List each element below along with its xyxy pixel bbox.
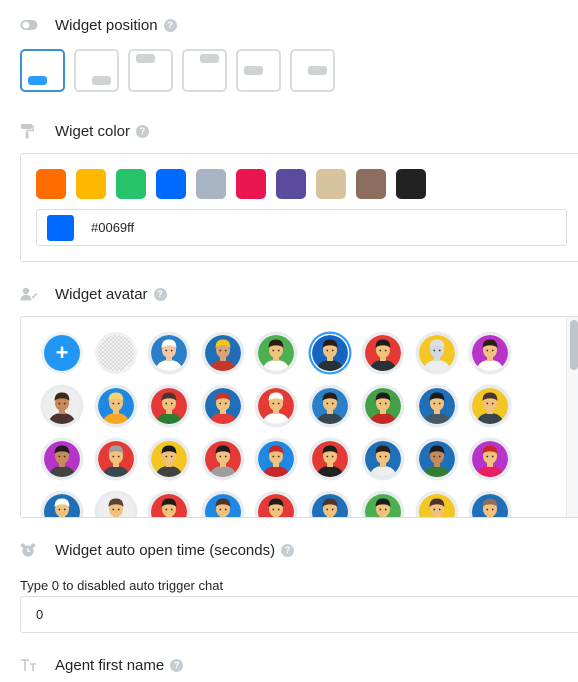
avatar-option[interactable] bbox=[94, 384, 138, 428]
avatar-option[interactable] bbox=[415, 384, 459, 428]
color-swatches bbox=[36, 169, 426, 199]
color-swatch[interactable] bbox=[236, 169, 266, 199]
avatar-option[interactable] bbox=[40, 384, 84, 428]
color-swatch[interactable] bbox=[36, 169, 66, 199]
color-panel: #0069ff bbox=[20, 153, 578, 262]
avatar-option[interactable] bbox=[415, 437, 459, 481]
avatar-option[interactable] bbox=[468, 490, 512, 517]
position-indicator bbox=[136, 54, 155, 63]
avatar-option[interactable] bbox=[468, 437, 512, 481]
widget-position-header: Widget position ? bbox=[20, 14, 177, 36]
position-options bbox=[20, 49, 335, 92]
color-swatch[interactable] bbox=[156, 169, 186, 199]
avatar-option[interactable] bbox=[468, 331, 512, 375]
toggle-icon bbox=[20, 17, 42, 33]
avatar-option-none[interactable] bbox=[94, 331, 138, 375]
widget-avatar-title: Widget avatar bbox=[55, 285, 148, 303]
position-middle-left[interactable] bbox=[236, 49, 281, 92]
position-bottom-right[interactable] bbox=[74, 49, 119, 92]
avatar-option[interactable] bbox=[308, 331, 352, 375]
avatar-scrollbar[interactable] bbox=[566, 317, 578, 517]
color-swatch[interactable] bbox=[76, 169, 106, 199]
position-middle-right[interactable] bbox=[290, 49, 335, 92]
color-swatch[interactable] bbox=[276, 169, 306, 199]
avatar-option[interactable] bbox=[254, 490, 298, 517]
auto-open-title: Widget auto open time (seconds) bbox=[55, 541, 276, 559]
avatar-option[interactable] bbox=[40, 490, 84, 517]
avatar-option[interactable] bbox=[415, 331, 459, 375]
avatar-option[interactable] bbox=[254, 331, 298, 375]
auto-open-header: Widget auto open time (seconds) ? bbox=[20, 539, 295, 561]
position-indicator bbox=[28, 76, 47, 85]
color-swatch[interactable] bbox=[356, 169, 386, 199]
widget-position-title: Widget position bbox=[55, 16, 158, 34]
avatar-option[interactable] bbox=[308, 490, 352, 517]
avatar-option[interactable] bbox=[147, 437, 191, 481]
color-swatch[interactable] bbox=[316, 169, 346, 199]
auto-open-hint: Type 0 to disabled auto trigger chat bbox=[20, 578, 224, 593]
avatar-option[interactable] bbox=[308, 384, 352, 428]
color-swatch[interactable] bbox=[396, 169, 426, 199]
position-indicator bbox=[308, 66, 327, 75]
plus-icon: + bbox=[56, 340, 69, 365]
position-indicator bbox=[200, 54, 219, 63]
hex-color-value[interactable]: #0069ff bbox=[91, 220, 134, 235]
avatar-option[interactable] bbox=[94, 490, 138, 517]
avatar-option[interactable] bbox=[94, 437, 138, 481]
color-preview[interactable] bbox=[47, 214, 74, 241]
help-icon[interactable]: ? bbox=[281, 543, 295, 557]
help-icon[interactable]: ? bbox=[153, 287, 167, 301]
avatar-option[interactable] bbox=[308, 437, 352, 481]
avatar-option[interactable] bbox=[201, 490, 245, 517]
position-bottom-left[interactable] bbox=[20, 49, 65, 92]
avatar-option[interactable] bbox=[147, 384, 191, 428]
avatar-option[interactable] bbox=[415, 490, 459, 517]
avatar-option[interactable] bbox=[201, 331, 245, 375]
avatar-option[interactable] bbox=[201, 437, 245, 481]
position-indicator bbox=[244, 66, 263, 75]
position-top-right[interactable] bbox=[182, 49, 227, 92]
avatar-option[interactable] bbox=[254, 437, 298, 481]
alarm-clock-icon bbox=[20, 542, 42, 558]
user-edit-icon bbox=[20, 286, 42, 302]
avatar-picker: + bbox=[20, 316, 578, 518]
paint-roller-icon bbox=[20, 123, 42, 139]
help-icon[interactable]: ? bbox=[136, 124, 150, 138]
help-icon[interactable]: ? bbox=[170, 658, 184, 672]
avatar-option[interactable] bbox=[147, 490, 191, 517]
avatar-option[interactable] bbox=[361, 490, 405, 517]
color-swatch[interactable] bbox=[196, 169, 226, 199]
color-swatch[interactable] bbox=[116, 169, 146, 199]
widget-color-header: Wiget color ? bbox=[20, 120, 150, 142]
position-top-left[interactable] bbox=[128, 49, 173, 92]
widget-color-title: Wiget color bbox=[55, 122, 131, 140]
avatar-option[interactable] bbox=[201, 384, 245, 428]
avatar-option[interactable] bbox=[361, 331, 405, 375]
add-avatar-button[interactable]: + bbox=[40, 331, 84, 375]
agent-first-name-header: Agent first name ? bbox=[20, 654, 184, 676]
hex-color-field[interactable]: #0069ff bbox=[36, 209, 567, 246]
avatar-option[interactable] bbox=[147, 331, 191, 375]
avatar-option[interactable] bbox=[468, 384, 512, 428]
position-indicator bbox=[92, 76, 111, 85]
avatar-option[interactable] bbox=[361, 437, 405, 481]
text-size-icon bbox=[20, 657, 42, 673]
avatar-option[interactable] bbox=[40, 437, 84, 481]
help-icon[interactable]: ? bbox=[163, 18, 177, 32]
avatar-option[interactable] bbox=[361, 384, 405, 428]
avatar-option[interactable] bbox=[254, 384, 298, 428]
agent-first-name-title: Agent first name bbox=[55, 656, 165, 674]
scrollbar-thumb[interactable] bbox=[570, 320, 578, 370]
widget-avatar-header: Widget avatar ? bbox=[20, 283, 167, 305]
auto-open-input[interactable]: 0 bbox=[20, 596, 578, 633]
